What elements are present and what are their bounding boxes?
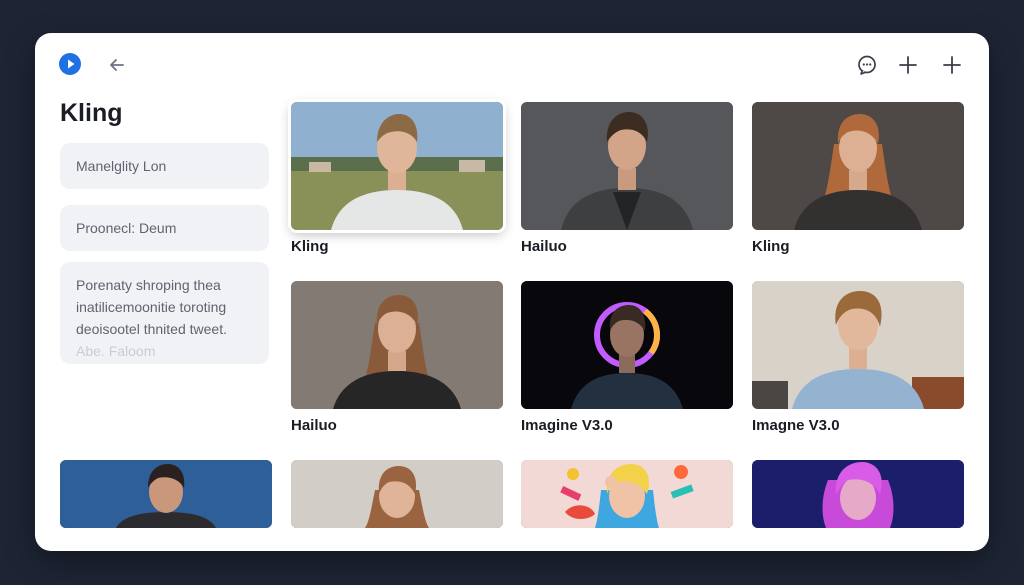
card-label: Kling xyxy=(291,238,329,255)
card-label: Imagine V3.0 xyxy=(521,417,613,434)
blue-portrait-thumbnail[interactable] xyxy=(60,460,272,528)
add-icon[interactable] xyxy=(896,53,920,77)
page-title: Kling xyxy=(60,99,123,127)
studio-portrait-thumbnail[interactable] xyxy=(752,102,964,230)
card-label: Kling xyxy=(752,238,790,255)
studio-portrait-thumbnail[interactable] xyxy=(521,102,733,230)
description-line-2: inatilicemoonitie toroting xyxy=(76,299,227,315)
main-window: Kling Manelglity Lon Proonecl: Deum Pore… xyxy=(35,33,989,551)
result-card[interactable]: Hailuo xyxy=(291,281,503,434)
result-card[interactable]: Imagine V3.0 xyxy=(521,281,733,434)
description-line-3: deoisootel thnited tweet. xyxy=(76,321,227,337)
studio-portrait-thumbnail[interactable] xyxy=(291,460,503,528)
indoor-portrait-thumbnail[interactable] xyxy=(752,281,964,409)
result-card[interactable]: Imagne V3.0 xyxy=(752,281,964,434)
result-card[interactable]: Kling xyxy=(291,102,503,255)
card-label: Hailuo xyxy=(291,417,337,434)
colorful-portrait-thumbnail[interactable] xyxy=(521,460,733,528)
play-circle-icon[interactable] xyxy=(59,53,81,75)
result-card[interactable] xyxy=(60,460,272,528)
chat-bubble-icon[interactable] xyxy=(855,53,879,77)
result-card[interactable] xyxy=(752,460,964,528)
result-card[interactable]: Hailuo xyxy=(521,102,733,255)
outdoor-portrait-thumbnail[interactable] xyxy=(291,102,503,230)
model-field[interactable]: Manelglity Lon xyxy=(60,143,269,189)
new-item-plus-icon[interactable] xyxy=(940,53,964,77)
card-label: Hailuo xyxy=(521,238,567,255)
studio-portrait-thumbnail[interactable] xyxy=(291,281,503,409)
card-label: Imagne V3.0 xyxy=(752,417,840,434)
description-field[interactable]: Porenaty shroping thea inatilicemoonitie… xyxy=(60,262,269,364)
top-toolbar xyxy=(35,33,989,97)
neon-portrait-thumbnail[interactable] xyxy=(521,281,733,409)
result-card[interactable]: Kling xyxy=(752,102,964,255)
arrow-left-icon[interactable] xyxy=(105,53,129,77)
result-card[interactable] xyxy=(521,460,733,528)
prompt-field[interactable]: Proonecl: Deum xyxy=(60,205,269,251)
purple-portrait-thumbnail[interactable] xyxy=(752,460,964,528)
description-placeholder: Abe. Faloom xyxy=(76,343,156,359)
result-card[interactable] xyxy=(291,460,503,528)
description-line-1: Porenaty shroping thea xyxy=(76,277,221,293)
